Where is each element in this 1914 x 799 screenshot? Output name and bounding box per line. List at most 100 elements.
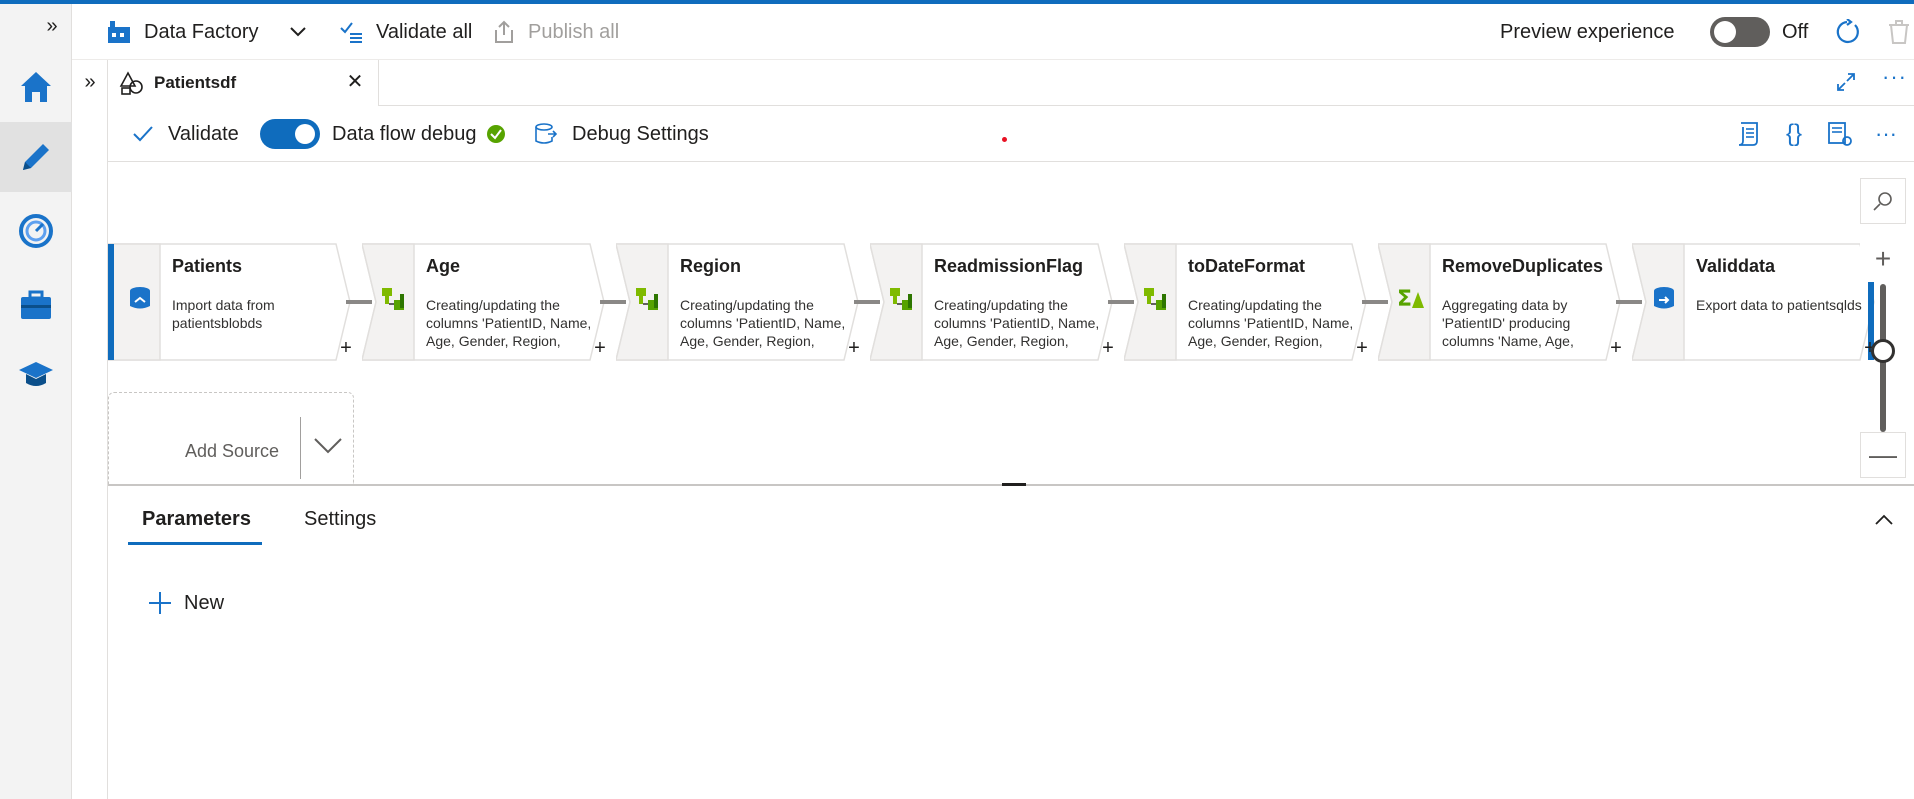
minus-icon: — [1869,439,1897,470]
debug-toggle[interactable]: Data flow debug [260,106,505,162]
monitor-gauge-icon [19,214,53,248]
rail-manage[interactable] [0,270,72,340]
node-description: Aggregating data by 'PatientID' producin… [1442,297,1574,349]
canvas-more-icon[interactable]: ··· [1872,120,1900,148]
add-transform-plus-icon[interactable]: + [1100,338,1116,358]
braces-icon: {} [1785,120,1803,147]
add-transform-plus-icon[interactable]: + [1354,338,1370,358]
graduation-cap-icon [19,362,53,386]
node-title: Validdata [1696,256,1776,276]
publish-icon [492,20,516,44]
trash-icon [1889,20,1909,44]
svg-text:Σ: Σ [1397,287,1412,312]
refresh-button[interactable] [1834,4,1860,60]
validate-button[interactable]: Validate [132,106,239,162]
expand-explorer-icon[interactable]: » [78,70,102,94]
zoom-in-button[interactable]: + [1860,236,1906,282]
add-source-box[interactable]: Add Source [108,392,354,484]
tab-strip: Patientsdf ✕ ··· [108,60,1914,106]
node-title: ReadmissionFlag [934,256,1084,276]
checkmark-icon [133,126,153,142]
node-description: Export data to patientsqlds [1696,297,1862,313]
tab-parameters[interactable]: Parameters [142,508,251,531]
publish-all-label: Publish all [528,20,620,43]
properties-button[interactable] [1826,120,1854,148]
pencil-icon [23,144,49,170]
canvas-toolbar: Validate Data flow debug Debug Settings … [108,106,1914,162]
expand-rail-icon[interactable]: » [40,14,64,38]
dataflow-icon [119,71,143,95]
maximize-icon[interactable] [1836,72,1856,92]
rail-author[interactable] [0,122,72,192]
add-transform-plus-icon[interactable]: + [1608,338,1624,358]
preview-experience-label: Preview experience [1500,20,1675,43]
zoom-out-button[interactable]: — [1860,432,1906,478]
preview-toggle-switch[interactable] [1710,17,1770,47]
factory-icon [106,19,132,45]
node-title: Age [426,256,461,276]
chevron-up-icon[interactable] [1872,508,1896,532]
new-parameter-button[interactable]: New [148,588,224,618]
tab-patientsdf[interactable]: Patientsdf ✕ [108,60,379,106]
add-transform-plus-icon[interactable]: + [846,338,862,358]
status-dot [1002,137,1007,142]
rail-learning[interactable] [0,340,72,410]
debug-toggle-switch[interactable] [260,119,320,149]
properties-icon [1828,122,1852,146]
preview-toggle[interactable]: Off [1710,4,1808,60]
factory-name: Data Factory [144,20,259,43]
validate-all-button[interactable]: Validate all [340,4,472,60]
home-icon [21,72,51,102]
add-source-separator [300,417,301,479]
tab-title: Patientsdf [154,73,237,92]
debug-status-check-icon [486,125,505,143]
debug-settings-icon [535,123,558,144]
debug-label: Data flow debug [332,122,477,145]
chevron-down-icon[interactable] [313,437,343,455]
code-button[interactable]: {} [1780,120,1808,148]
preview-state: Off [1782,20,1809,43]
node-title: toDateFormat [1188,256,1306,276]
transform-node-validdata[interactable]: Validdata Export data to patientsqlds [1632,242,1886,362]
refresh-icon [1836,19,1859,44]
node-description: Creating/updating the columns 'PatientID… [1188,297,1354,349]
transform-node-region[interactable]: Region Creating/updating the columns 'Pat… [616,242,870,362]
top-toolbar: Data Factory Validate all Publish all Pr… [72,4,1914,60]
new-label: New [184,591,225,614]
factory-selector[interactable]: Data Factory [106,4,307,60]
zoom-slider-thumb[interactable] [1871,339,1895,363]
script-button[interactable] [1734,120,1762,148]
canvas-search-button[interactable] [1860,178,1906,224]
panel-tabs: Parameters Settings [108,486,1914,546]
transform-node-age[interactable]: Age Creating/updating the columns 'Patien… [362,242,616,362]
derived-column-icon [888,284,916,312]
add-transform-plus-icon[interactable]: + [338,338,354,358]
rail-monitor[interactable] [0,196,72,266]
active-tab-indicator [128,542,262,545]
chevron-down-icon [290,27,307,37]
tab-settings[interactable]: Settings [304,508,376,531]
transform-node-readmissionflag[interactable]: ReadmissionFlag Creating/updating the col… [870,242,1124,362]
script-icon [1738,122,1758,146]
debug-settings-button[interactable]: Debug Settings [534,106,709,162]
rail-home[interactable] [0,52,72,122]
validate-all-label: Validate all [376,20,473,43]
close-icon[interactable]: ✕ [344,71,366,93]
node-description: Creating/updating the columns 'PatientID… [426,297,592,349]
transform-node-todateformat[interactable]: toDateFormat Creating/updating the column… [1124,242,1378,362]
transform-node-removeduplicates[interactable]: Σ RemoveDuplicates Aggregating data by 'Pa… [1378,242,1632,362]
debug-settings-label: Debug Settings [572,122,709,145]
discard-button[interactable] [1888,4,1910,60]
node-title: Patients [172,256,243,276]
derived-column-icon [1142,284,1170,312]
derived-column-icon [634,284,662,312]
node-description: Creating/updating the columns 'PatientID… [680,297,846,349]
toolbox-icon [21,290,51,319]
dataflow-canvas[interactable]: Patients Import data from patientsblobds +… [108,162,1914,484]
node-description: Import data from patientsblobds [172,297,275,331]
add-source-label: Add Source [185,441,280,461]
add-transform-plus-icon[interactable]: + [592,338,608,358]
tab-more-icon[interactable]: ··· [1882,64,1907,90]
transform-node-patients[interactable]: Patients Import data from patientsblobds [108,242,362,362]
publish-all-button[interactable]: Publish all [492,4,619,60]
